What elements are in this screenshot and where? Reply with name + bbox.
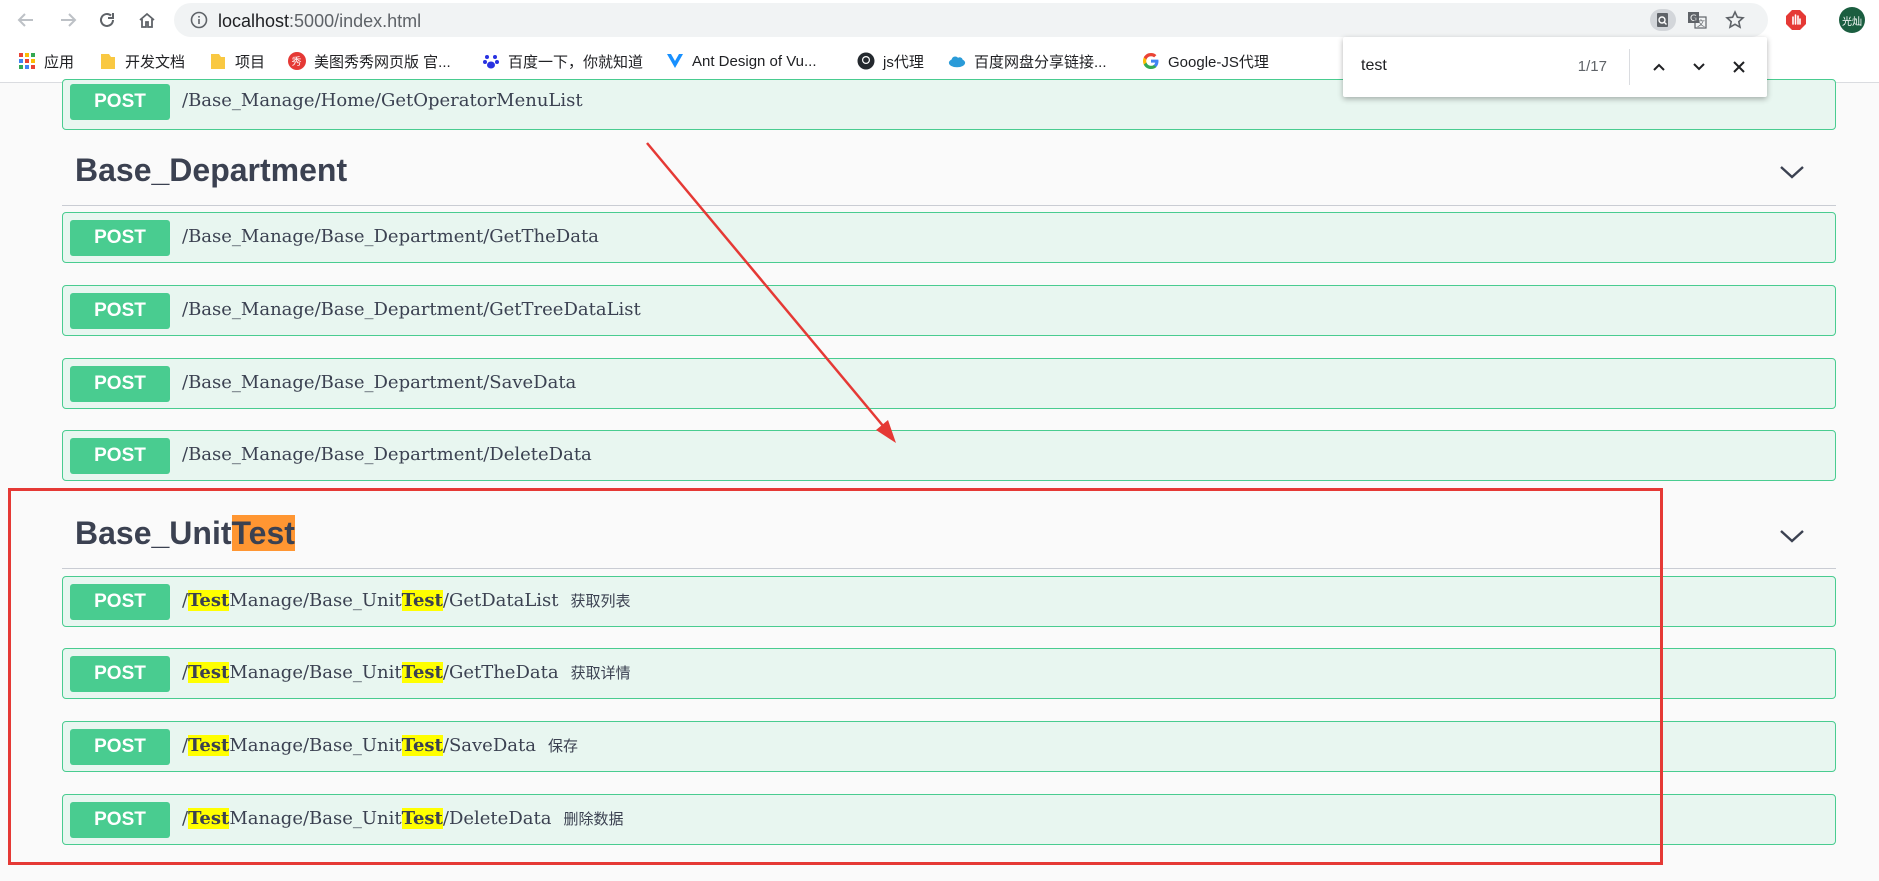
find-match-count: 1/17 (1577, 58, 1607, 75)
info-icon[interactable] (190, 11, 208, 34)
svg-text:G: G (1690, 14, 1697, 24)
bookmark-google-js[interactable]: Google-JS代理 (1142, 44, 1269, 78)
svg-text:文: 文 (1697, 18, 1705, 28)
bookmark-label: 项目 (235, 53, 266, 71)
forward-arrow-icon[interactable] (54, 6, 82, 34)
section-title[interactable]: Base_Department (75, 152, 347, 189)
url-text: localhost:5000/index.html (218, 11, 421, 32)
http-method-badge: POST (70, 438, 170, 474)
find-bar: 1/17 (1343, 37, 1767, 97)
operation-path: /Base_Manage/Base_Department/SaveData (182, 372, 577, 393)
profile-avatar[interactable]: 光灿 (1839, 7, 1865, 33)
svg-text:秀: 秀 (292, 56, 302, 68)
operation-path: /Base_Manage/Base_Department/DeleteData (182, 444, 592, 465)
bookmark-dev-docs[interactable]: 开发文档 (99, 44, 185, 78)
operation-block[interactable]: POST /Base_Manage/Base_Department/SaveDa… (62, 358, 1836, 409)
bookmark-apps[interactable]: 应用 (18, 44, 74, 78)
operation-block[interactable]: POST /Base_Manage/Base_Department/Delete… (62, 430, 1836, 481)
bookmark-label: js代理 (883, 53, 924, 71)
operation-path: /Base_Manage/Base_Department/GetTreeData… (182, 299, 641, 320)
url-host: localhost (218, 11, 290, 31)
meitu-icon: 秀 (288, 52, 306, 70)
operation-block[interactable]: POST /Base_Manage/Base_Department/GetThe… (62, 212, 1836, 263)
reload-icon[interactable] (93, 6, 121, 34)
adblock-hand-icon[interactable] (1784, 8, 1808, 32)
chevron-down-icon[interactable] (1779, 164, 1805, 180)
folder-icon (209, 52, 227, 70)
address-bar[interactable]: localhost:5000/index.html G文 (174, 3, 1768, 37)
operation-path: /Base_Manage/Home/GetOperatorMenuList (182, 90, 583, 111)
operation-path: /Base_Manage/Base_Department/GetTheData (182, 226, 599, 247)
bookmark-label: 百度一下，你就知道 (508, 53, 644, 71)
annotation-highlight-box (8, 488, 1663, 865)
bookmark-label: Google-JS代理 (1168, 53, 1269, 71)
bookmark-baidu-pan[interactable]: 百度网盘分享链接... (948, 44, 1107, 78)
section-divider (62, 205, 1836, 206)
google-icon (1142, 52, 1160, 70)
bookmark-meitu[interactable]: 秀 美图秀秀网页版 官... (288, 44, 451, 78)
url-rest: :5000/index.html (289, 11, 422, 31)
bookmark-ant-design[interactable]: Ant Design of Vu... (666, 44, 817, 78)
bookmark-projects[interactable]: 项目 (209, 44, 265, 78)
chevron-up-icon[interactable] (1645, 53, 1673, 81)
bookmark-star-icon[interactable] (1722, 9, 1748, 31)
bookmark-label: 应用 (44, 53, 75, 71)
operation-block[interactable]: POST /Base_Manage/Base_Department/GetTre… (62, 285, 1836, 336)
swagger-page: POST /Base_Manage/Home/GetOperatorMenuLi… (0, 79, 1879, 881)
bookmark-js-proxy[interactable]: js代理 (857, 44, 924, 78)
http-method-badge: POST (70, 220, 170, 256)
bookmark-label: Ant Design of Vu... (692, 52, 817, 70)
vue-icon (666, 52, 684, 70)
chevron-down-icon[interactable] (1685, 53, 1713, 81)
bookmark-label: 开发文档 (125, 53, 186, 71)
cloud-icon (948, 52, 966, 70)
translate-icon[interactable]: G文 (1684, 9, 1710, 31)
find-input[interactable] (1361, 57, 1561, 75)
find-divider (1629, 49, 1630, 85)
find-in-page-icon[interactable] (1650, 9, 1676, 31)
back-arrow-icon[interactable] (12, 6, 40, 34)
http-method-badge: POST (70, 84, 170, 120)
bookmark-baidu[interactable]: 百度一下，你就知道 (482, 44, 643, 78)
close-icon[interactable] (1725, 53, 1753, 81)
apps-grid-icon (18, 52, 36, 70)
browser-toolbar: localhost:5000/index.html G文 光灿 (0, 0, 1879, 40)
http-method-badge: POST (70, 293, 170, 329)
home-icon[interactable] (133, 6, 161, 34)
folder-icon (99, 52, 117, 70)
bookmark-label: 百度网盘分享链接... (974, 53, 1107, 71)
github-icon (857, 52, 875, 70)
bookmark-label: 美图秀秀网页版 官... (314, 53, 451, 71)
chevron-down-icon[interactable] (1779, 528, 1805, 544)
http-method-badge: POST (70, 366, 170, 402)
baidu-paw-icon (482, 52, 500, 70)
